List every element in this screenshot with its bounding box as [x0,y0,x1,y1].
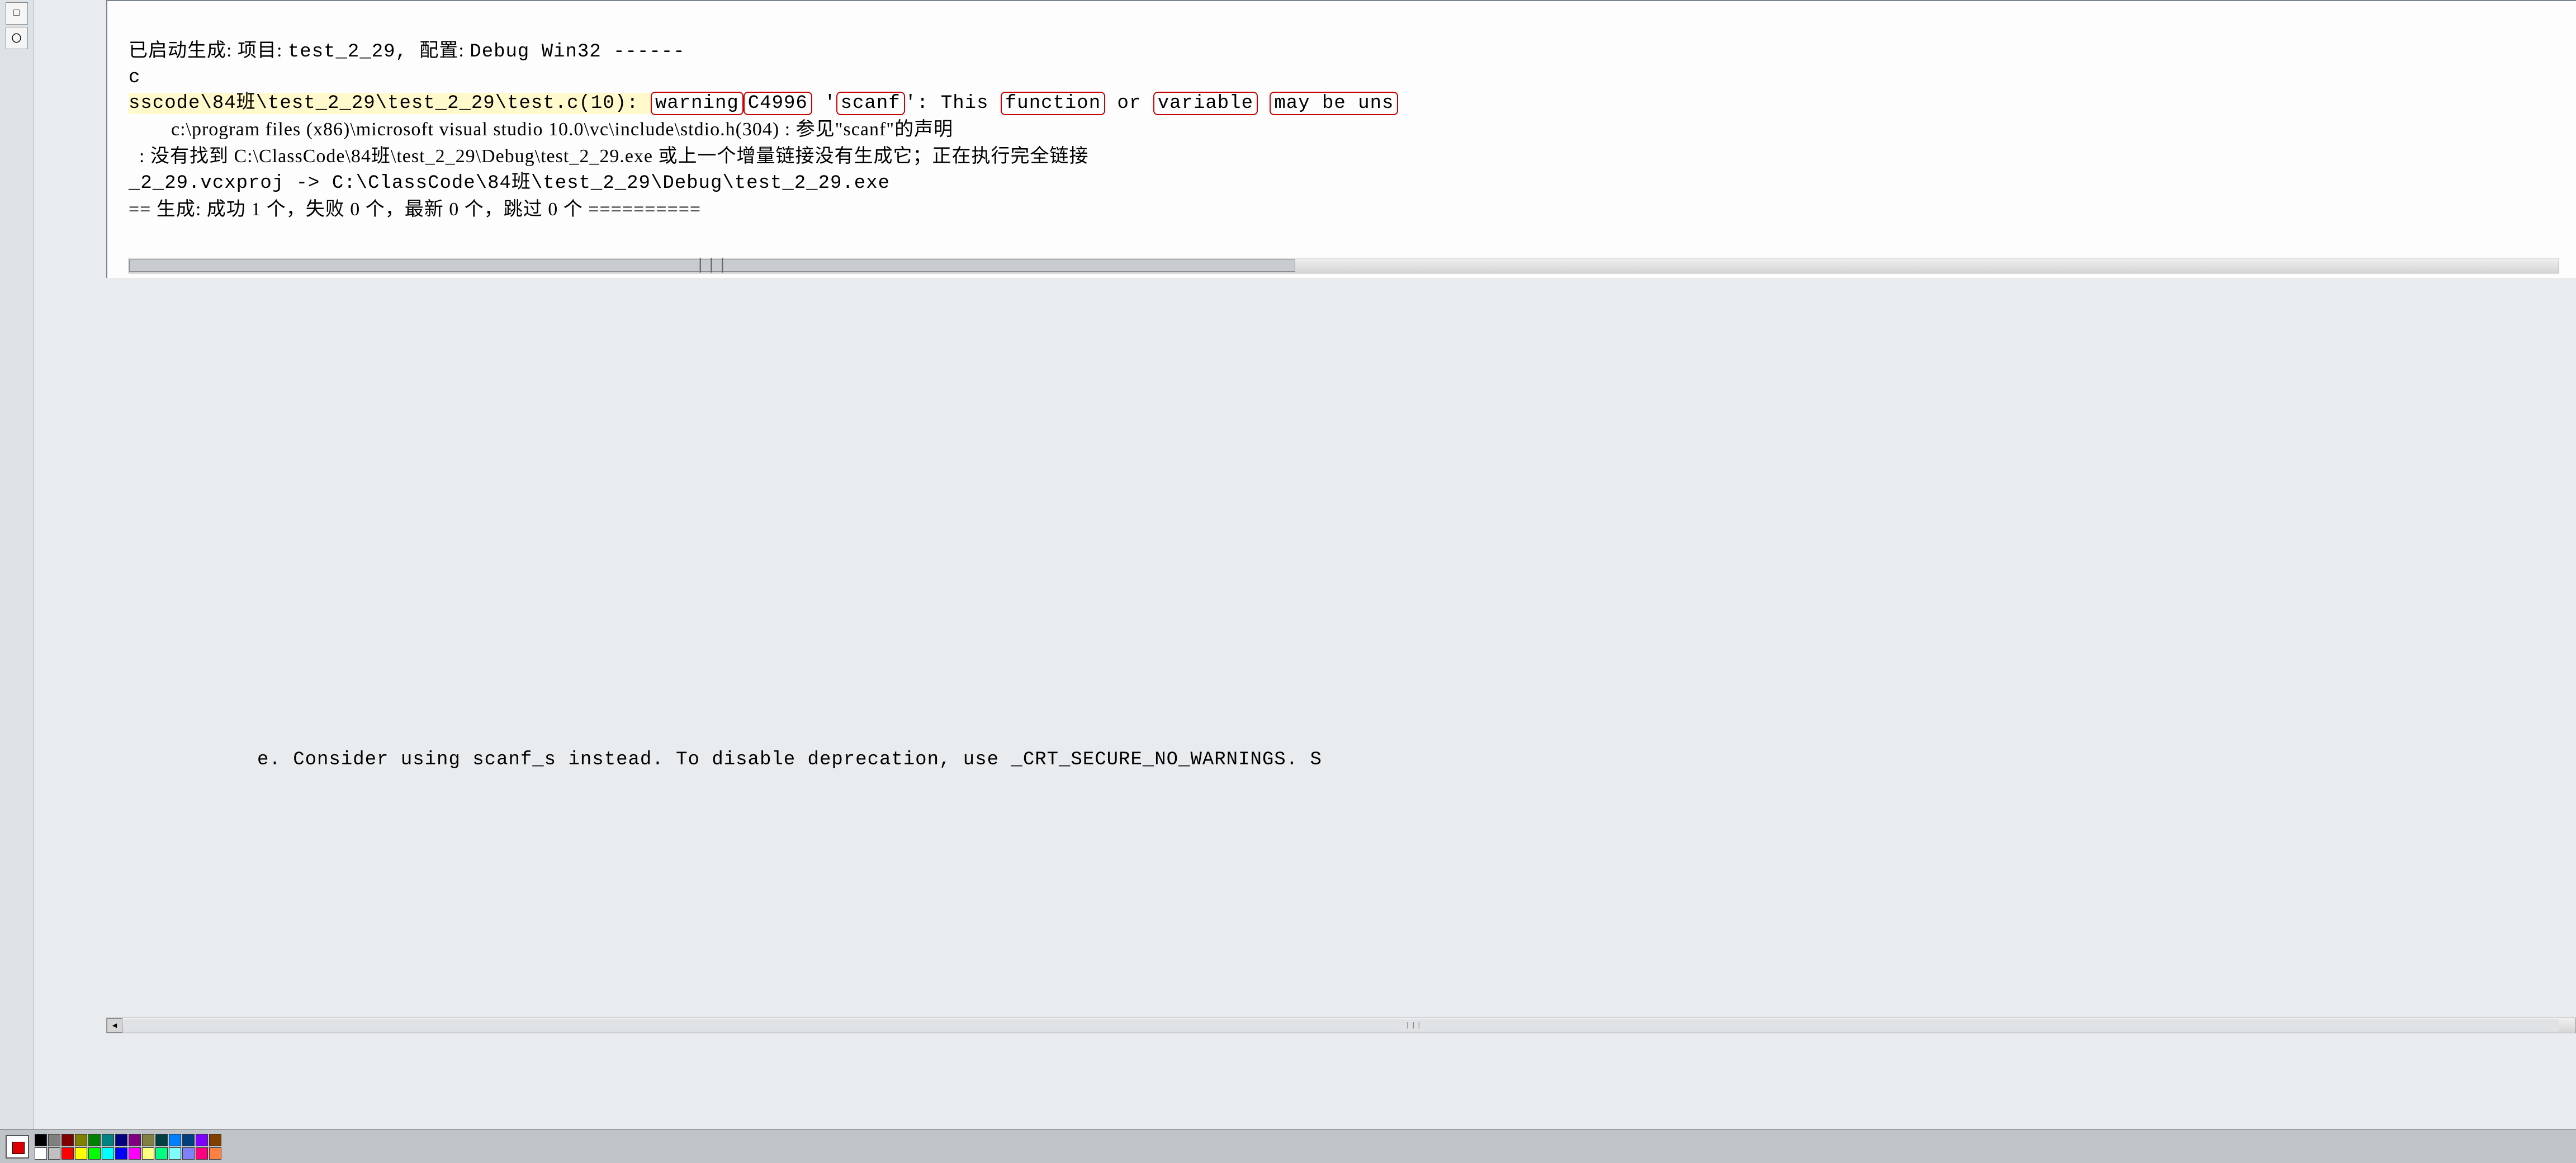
palette-swatch[interactable] [209,1147,221,1160]
palette-swatch[interactable] [196,1134,208,1146]
output-line-1c: 配置: [419,40,470,61]
tool-icon-2[interactable]: 〇 [6,27,28,49]
output-line-5: : 没有找到 C:\ClassCode\84班\test_2_29\Debug\… [129,146,1089,167]
output-horizontal-scrollbar[interactable]: ||| [129,258,2559,273]
maybe-unsafe-token: may be uns [1270,92,1398,115]
tok-mid4 [1258,93,1270,114]
output-line-1d: Debug Win32 ------ [470,41,685,63]
left-tool-strip: □ 〇 [0,0,34,1163]
output-line-7: == 生成: 成功 1 个，失败 0 个，最新 0 个，跳过 0 个 =====… [129,199,701,220]
palette-swatch[interactable] [75,1147,87,1160]
palette-swatch[interactable] [61,1147,74,1160]
function-token: function [1001,92,1105,115]
tok-mid1: ' [812,93,836,114]
palette-swatch[interactable] [102,1147,114,1160]
output-line-2: c [129,67,140,88]
bottom-horizontal-scrollbar[interactable]: ◀ ||| [106,1018,2576,1033]
palette-swatch[interactable] [142,1147,154,1160]
bottom-scrollbar-thumb[interactable]: ||| [124,1019,2559,1032]
output-line-6: _2_29.vcxproj -> C:\ClassCode\84班\test_2… [129,173,890,194]
output-line-4: c:\program files (x86)\microsoft visual … [129,119,953,140]
scanf-token: scanf [836,92,905,115]
current-color-swatch[interactable] [6,1135,29,1159]
output-lines[interactable]: 已启动生成: 项目: test_2_29, 配置: Debug Win32 --… [117,1,2576,253]
palette-swatch[interactable] [61,1134,74,1146]
palette-swatch[interactable] [35,1134,47,1146]
palette-swatch[interactable] [35,1147,47,1160]
output-line-3-path: sscode\84班\test_2_29\test_2_29\test.c(10… [129,93,651,114]
bottom-scrollbar-grip-icon: ||| [1405,1022,1423,1029]
tool-icon-1[interactable]: □ [6,2,28,25]
warning-token: warning [651,92,744,115]
palette-swatch[interactable] [169,1134,181,1146]
warning-code: C4996 [744,92,812,115]
palette-swatch[interactable] [88,1147,101,1160]
palette-grid [35,1134,221,1160]
palette-swatch[interactable] [155,1147,168,1160]
scrollbar-thumb[interactable]: ||| [129,259,1295,272]
palette-swatch[interactable] [129,1147,141,1160]
palette-swatch[interactable] [182,1147,195,1160]
output-line-1b: test_2_29, [288,41,419,63]
tok-mid2: ': This [905,93,1001,114]
palette-swatch[interactable] [48,1147,60,1160]
palette-swatch[interactable] [155,1134,168,1146]
palette-swatch[interactable] [48,1134,60,1146]
palette-swatch[interactable] [196,1147,208,1160]
bottom-scroll-area: ◀ ||| [106,1018,2576,1033]
output-line-1a: 已启动生成: 项目: [129,40,288,61]
color-palette-bar [0,1129,2576,1163]
variable-token: variable [1153,92,1258,115]
palette-swatch[interactable] [75,1134,87,1146]
palette-swatch[interactable] [169,1147,181,1160]
palette-swatch[interactable] [102,1134,114,1146]
palette-swatch[interactable] [142,1134,154,1146]
scroll-left-arrow-icon[interactable]: ◀ [107,1018,122,1033]
palette-swatch[interactable] [182,1134,195,1146]
wrapped-warning-continuation: e. Consider using scanf_s instead. To di… [257,749,1322,770]
build-output-panel: 已启动生成: 项目: test_2_29, 配置: Debug Win32 --… [106,0,2576,278]
palette-swatch[interactable] [209,1134,221,1146]
palette-swatch[interactable] [115,1147,127,1160]
palette-swatch[interactable] [88,1134,101,1146]
palette-swatch[interactable] [129,1134,141,1146]
palette-swatch[interactable] [115,1134,127,1146]
scrollbar-grip-icon: ||| [695,257,728,275]
tok-mid3: or [1105,93,1153,114]
